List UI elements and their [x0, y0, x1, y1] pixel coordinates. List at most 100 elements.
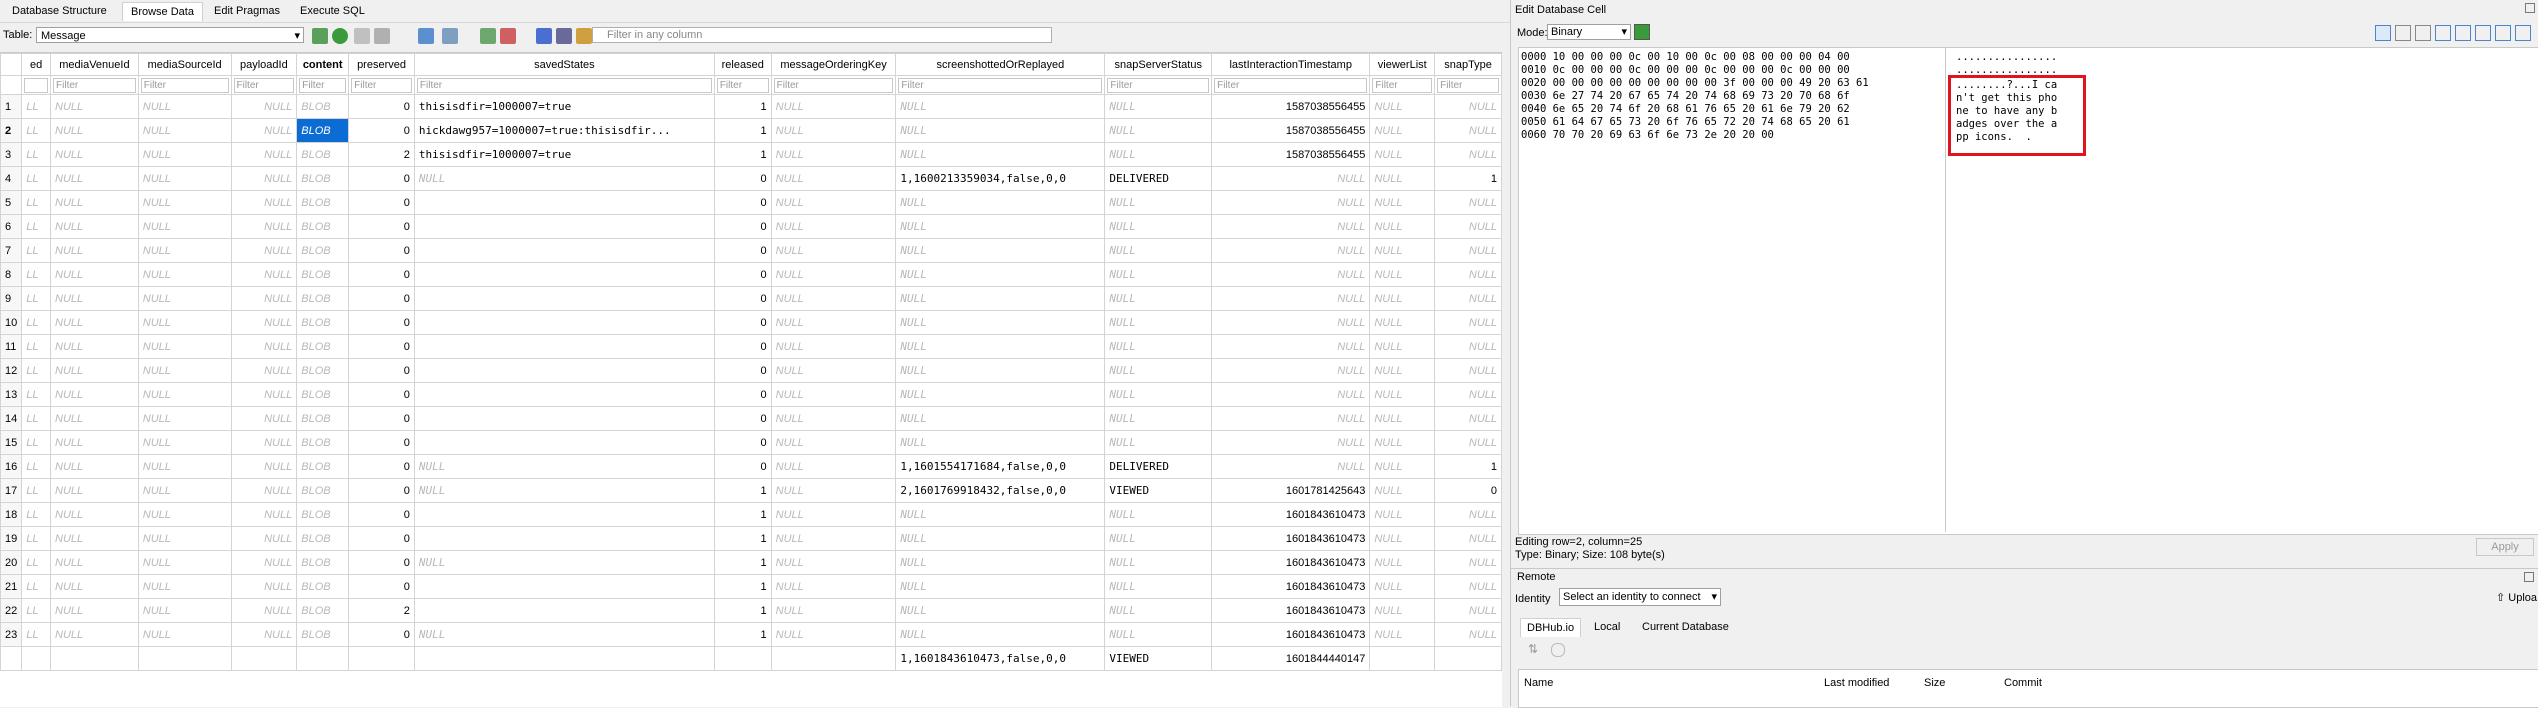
- table-cell[interactable]: BLOB: [296, 286, 350, 311]
- table-cell[interactable]: NULL: [1104, 190, 1213, 215]
- table-cell[interactable]: [413, 262, 715, 287]
- table-cell[interactable]: NULL: [1104, 262, 1213, 287]
- table-row[interactable]: 23 LL NULL NULL NULL BLOB 0 NULL 1 NULL NULL NULL 16…: [0, 622, 1502, 647]
- table-cell[interactable]: NULL: [1369, 406, 1436, 431]
- table-cell[interactable]: NULL: [770, 262, 897, 287]
- table-cell[interactable]: NULL: [230, 574, 298, 599]
- table-cell[interactable]: [770, 646, 897, 671]
- table-cell[interactable]: NULL: [1369, 382, 1436, 407]
- refresh-filter-icon[interactable]: [312, 28, 328, 44]
- table-cell[interactable]: LL: [21, 238, 52, 263]
- table-cell[interactable]: NULL: [1104, 598, 1213, 623]
- tab-current-database[interactable]: Current Database: [1636, 618, 1735, 636]
- table-cell[interactable]: 0: [713, 262, 772, 287]
- table-cell[interactable]: NULL: [50, 94, 139, 119]
- table-cell[interactable]: BLOB: [296, 502, 350, 527]
- table-cell[interactable]: NULL: [230, 526, 298, 551]
- table-cell[interactable]: thisisdfir=1000007=true: [413, 142, 715, 167]
- row-number[interactable]: 15: [0, 430, 23, 455]
- column-header[interactable]: savedStates: [413, 53, 715, 76]
- table-cell[interactable]: NULL: [1434, 550, 1502, 575]
- table-cell[interactable]: NULL: [413, 454, 715, 479]
- identity-select[interactable]: Select an identity to connect ▾: [1559, 588, 1721, 606]
- table-cell[interactable]: 1601781425643: [1211, 478, 1371, 503]
- table-cell[interactable]: NULL: [413, 166, 715, 191]
- table-cell[interactable]: NULL: [230, 238, 298, 263]
- table-cell[interactable]: NULL: [770, 286, 897, 311]
- table-cell[interactable]: NULL: [1369, 430, 1436, 455]
- column-header[interactable]: ed: [21, 53, 52, 76]
- table-cell[interactable]: NULL: [1369, 142, 1436, 167]
- auto-switch-mode-icon[interactable]: [1634, 24, 1650, 40]
- filter-in-any-column-input[interactable]: Filter in any column: [592, 27, 1052, 43]
- column-filter-cell[interactable]: Filter: [770, 75, 897, 95]
- table-cell[interactable]: 0: [713, 358, 772, 383]
- table-cell[interactable]: [413, 406, 715, 431]
- table-cell[interactable]: NULL: [895, 598, 1106, 623]
- row-number[interactable]: 10: [0, 310, 23, 335]
- table-cell[interactable]: NULL: [137, 94, 232, 119]
- table-cell[interactable]: NULL: [137, 574, 232, 599]
- hex-editor[interactable]: 0000 10 00 00 00 0c 00 10 00 0c 00 08 00…: [1518, 47, 2538, 535]
- table-cell[interactable]: 0: [713, 382, 772, 407]
- table-cell[interactable]: BLOB: [296, 406, 350, 431]
- table-row[interactable]: 7 LL NULL NULL NULL BLOB 0 0 NULL NULL NULL NULL NUL…: [0, 238, 1502, 263]
- table-cell[interactable]: [413, 310, 715, 335]
- apply-button[interactable]: Apply: [2476, 538, 2534, 556]
- table-cell[interactable]: NULL: [1104, 214, 1213, 239]
- table-cell[interactable]: NULL: [137, 502, 232, 527]
- column-filter-cell[interactable]: Filter: [713, 75, 772, 95]
- table-cell[interactable]: NULL: [895, 526, 1106, 551]
- table-cell[interactable]: 1: [713, 598, 772, 623]
- table-cell[interactable]: 0: [348, 118, 415, 143]
- save-table-icon[interactable]: [418, 28, 434, 44]
- table-row[interactable]: 12 LL NULL NULL NULL BLOB 0 0 NULL NULL NULL NULL NU…: [0, 358, 1502, 383]
- replace-icon[interactable]: [576, 28, 592, 44]
- table-cell[interactable]: NULL: [137, 406, 232, 431]
- table-cell[interactable]: NULL: [1104, 94, 1213, 119]
- table-cell[interactable]: NULL: [1104, 118, 1213, 143]
- table-cell[interactable]: NULL: [230, 502, 298, 527]
- table-cell[interactable]: NULL: [137, 454, 232, 479]
- table-cell[interactable]: NULL: [895, 358, 1106, 383]
- table-cell[interactable]: 1: [1434, 454, 1502, 479]
- column-header[interactable]: snapType: [1434, 53, 1502, 76]
- column-filter-input[interactable]: Filter: [1437, 77, 1499, 93]
- table-cell[interactable]: 1: [713, 622, 772, 647]
- table-cell[interactable]: [413, 430, 715, 455]
- tab-dbhub[interactable]: DBHub.io: [1520, 618, 1582, 637]
- table-cell[interactable]: NULL: [770, 94, 897, 119]
- table-cell[interactable]: NULL: [770, 214, 897, 239]
- table-cell[interactable]: 0: [348, 526, 415, 551]
- export-icon[interactable]: [2435, 25, 2451, 41]
- table-cell[interactable]: NULL: [895, 94, 1106, 119]
- table-cell[interactable]: LL: [21, 262, 52, 287]
- table-cell[interactable]: BLOB: [296, 478, 350, 503]
- table-cell[interactable]: NULL: [770, 382, 897, 407]
- column-header[interactable]: payloadId: [230, 53, 298, 76]
- refresh-icon[interactable]: [332, 28, 348, 44]
- column-header[interactable]: released: [713, 53, 772, 76]
- table-row[interactable]: 2 LL NULL NULL NULL BLOB 0 hickdawg957=1000007=…: [0, 118, 1502, 143]
- table-cell[interactable]: NULL: [895, 550, 1106, 575]
- table-cell[interactable]: BLOB: [296, 574, 350, 599]
- table-cell[interactable]: NULL: [50, 406, 139, 431]
- table-cell[interactable]: 0: [713, 190, 772, 215]
- table-cell[interactable]: NULL: [1369, 190, 1436, 215]
- table-row[interactable]: 17 LL NULL NULL NULL BLOB 0 NULL 1 NULL 2,16017699…: [0, 478, 1502, 503]
- table-cell[interactable]: NULL: [770, 574, 897, 599]
- table-cell[interactable]: 1: [713, 550, 772, 575]
- table-cell[interactable]: NULL: [137, 166, 232, 191]
- table-cell[interactable]: NULL: [1434, 574, 1502, 599]
- table-cell[interactable]: NULL: [895, 382, 1106, 407]
- table-cell[interactable]: 0: [1434, 478, 1502, 503]
- table-cell[interactable]: 0: [713, 238, 772, 263]
- table-cell[interactable]: 0: [348, 334, 415, 359]
- table-cell[interactable]: 1: [713, 502, 772, 527]
- table-cell[interactable]: [413, 334, 715, 359]
- table-cell[interactable]: 0: [713, 406, 772, 431]
- table-cell[interactable]: NULL: [50, 502, 139, 527]
- table-cell[interactable]: 1601843610473: [1211, 574, 1371, 599]
- table-cell[interactable]: NULL: [230, 190, 298, 215]
- table-cell[interactable]: DELIVERED: [1104, 454, 1213, 479]
